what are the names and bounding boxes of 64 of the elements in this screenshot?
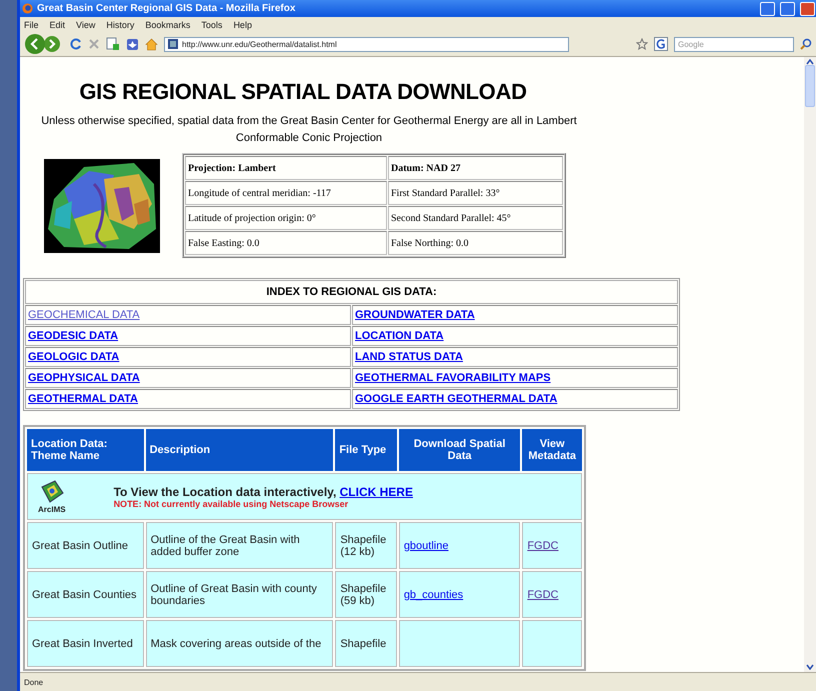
metadata-link[interactable]: FGDC <box>527 540 558 552</box>
table-cell: Shapefile (12 kb) <box>335 522 397 569</box>
scrollbar[interactable] <box>804 57 816 672</box>
window-title: Great Basin Center Regional GIS Data - Mozilla Firefox <box>37 3 296 14</box>
note-text: NOTE: Not currently available using Netscape Browser <box>114 498 350 508</box>
click-here-link[interactable]: CLICK HERE <box>340 484 413 498</box>
page-heading: GIS REGIONAL SPATIAL DATA DOWNLOAD <box>78 79 528 105</box>
table-cell: False Northing: 0.0 <box>388 231 563 255</box>
google-icon[interactable] <box>654 37 668 51</box>
site-icon <box>168 39 178 49</box>
table-cell: Outline of Great Basin with county boundaries <box>146 571 334 618</box>
table-cell: Great Basin Outline <box>27 522 144 569</box>
table-cell: Second Standard Parallel: 45° <box>388 206 563 230</box>
column-header: File Type <box>335 429 397 471</box>
menu-item[interactable]: Tools <box>201 20 222 30</box>
icon-caption: ArcIMS <box>38 505 66 514</box>
menu-item[interactable]: History <box>106 20 134 30</box>
column-header: Location Data: Theme Name <box>27 429 144 471</box>
index-title: INDEX TO REGIONAL GIS DATA: <box>25 280 678 304</box>
minimize-button[interactable] <box>760 2 775 16</box>
address-field[interactable]: http://www.unr.edu/Geothermal/datalist.html <box>164 36 569 52</box>
metadata-link[interactable]: FGDC <box>527 588 558 600</box>
add-page-icon[interactable] <box>106 37 120 51</box>
menu-item[interactable]: Help <box>233 20 252 30</box>
home-icon[interactable] <box>145 38 158 50</box>
menu-item[interactable]: Edit <box>50 20 66 30</box>
table-cell: First Standard Parallel: 33° <box>388 181 563 205</box>
index-link[interactable]: GEODESIC DATA <box>28 330 118 342</box>
map-icon <box>38 479 65 505</box>
scroll-up-icon[interactable] <box>806 59 814 65</box>
table-cell: Longitude of central meridian: -117 <box>185 181 387 205</box>
status-text: Done <box>24 678 44 686</box>
table-cell: Great Basin Inverted <box>27 620 144 667</box>
index-link[interactable]: LAND STATUS DATA <box>355 351 463 363</box>
table-cell: False Easting: 0.0 <box>185 231 387 255</box>
firefox-icon <box>22 3 33 14</box>
table-cell: Mask covering areas outside of the <box>146 620 334 667</box>
star-icon[interactable] <box>636 38 648 50</box>
index-link[interactable]: LOCATION DATA <box>355 330 444 342</box>
table-cell: Shapefile (59 kb) <box>335 571 397 618</box>
menu-item[interactable]: View <box>76 20 96 30</box>
search-icon[interactable] <box>800 38 812 50</box>
table-cell: Datum: NAD 27 <box>388 156 563 180</box>
scroll-down-icon[interactable] <box>806 664 814 670</box>
table-cell: Latitude of projection origin: 0° <box>185 206 387 230</box>
column-header: Download Spatial Data <box>398 429 520 471</box>
column-header: Description <box>146 429 334 471</box>
table-cell: Outline of the Great Basin with added buffer zone <box>146 522 334 569</box>
column-header: View Metadata <box>522 429 582 471</box>
table-cell: Great Basin Counties <box>27 571 144 618</box>
close-button[interactable] <box>800 2 815 16</box>
download-link[interactable]: gb_counties <box>404 588 464 600</box>
table-cell: Projection: Lambert <box>185 156 387 180</box>
reload-icon[interactable] <box>70 38 82 50</box>
intro-text: Unless otherwise specified, spatial data from the Great Basin Center for Geothermal Energy are all in Lambert Conformable Conic Projection <box>40 114 578 146</box>
maximize-button[interactable] <box>780 2 795 16</box>
bookmark-icon[interactable] <box>126 38 139 50</box>
table-cell: Shapefile <box>335 620 397 667</box>
scroll-thumb[interactable] <box>805 65 815 107</box>
download-link[interactable]: gboutline <box>404 540 448 552</box>
menu-item[interactable]: File <box>24 20 39 30</box>
index-link[interactable]: GEOLOGIC DATA <box>28 351 120 363</box>
menu-item[interactable]: Bookmarks <box>145 20 190 30</box>
banner-text: To View the Location data interactively, CLICK HERE <box>114 484 413 498</box>
